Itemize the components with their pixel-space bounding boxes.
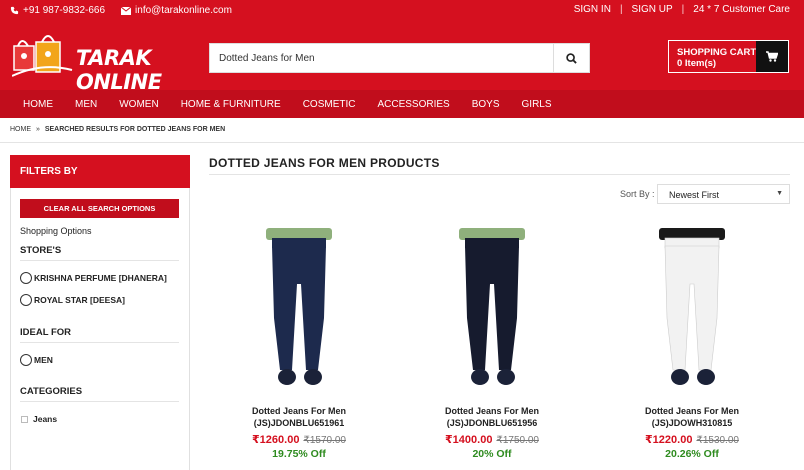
product-name[interactable]: Dotted Jeans For Men [607, 405, 777, 417]
product-discount: 19.75% Off [272, 448, 326, 460]
breadcrumb-separator: » [35, 126, 40, 133]
nav-women[interactable]: WOMEN [119, 99, 158, 110]
breadcrumb-home[interactable]: HOME [10, 126, 31, 133]
jeans-legs [272, 246, 326, 370]
product-old-price: ₹1750.00 [496, 435, 539, 446]
product-price: ₹1400.00 [445, 434, 493, 446]
product-code: (JS)JDONBLU651961 [253, 418, 345, 428]
product-price: ₹1260.00 [252, 434, 300, 446]
header: TARAK ONLINE SHOPPING CART 0 Item(s) [0, 22, 804, 94]
ideal-for-heading: IDEAL FOR [20, 327, 72, 338]
product-image[interactable] [607, 222, 777, 397]
radio-button[interactable] [20, 294, 32, 306]
product-code: (JS)JDONBLU651956 [446, 418, 538, 428]
separator: | [619, 4, 623, 15]
filters-sidebar: FILTERS BY CLEAR ALL SEARCH OPTIONS Shop… [10, 155, 190, 470]
shopping-cart-button[interactable]: SHOPPING CART 0 Item(s) [668, 40, 789, 73]
product-image[interactable] [407, 222, 577, 397]
product-code: (JS)JDOWH310815 [651, 418, 733, 428]
radio-button[interactable] [20, 272, 32, 284]
breadcrumb-current: SEARCHED RESULTS FOR DOTTED JEANS FOR ME… [44, 126, 226, 133]
product-card[interactable]: Dotted Jeans For Men (JS)JDOWH310815 ₹12… [607, 222, 777, 470]
filters-title: FILTERS BY [10, 155, 190, 188]
ideal-label: MEN [34, 355, 53, 365]
product-image[interactable] [214, 222, 384, 397]
page-title: DOTTED JEANS FOR MEN PRODUCTS [209, 156, 440, 170]
categories-heading: CATEGORIES [20, 386, 83, 397]
nav-accessories[interactable]: ACCESSORIES [377, 99, 449, 110]
logo-text: TARAK ONLINE [76, 46, 162, 94]
store-filter-krishna-perfume[interactable]: KRISHNA PERFUME [DHANERA] [20, 272, 167, 284]
nav-cosmetic[interactable]: COSMETIC [303, 99, 356, 110]
jeans-legs [664, 245, 720, 371]
nav-boys[interactable]: BOYS [472, 99, 500, 110]
sort-select[interactable]: Newest First ▼ [657, 184, 790, 204]
sign-up-link[interactable]: SIGN UP [632, 4, 673, 15]
sort-selected-value: Newest First [669, 190, 720, 200]
top-bar: +91 987-9832-666 info@tarakonline.com SI… [0, 0, 804, 22]
ideal-filter-men[interactable]: MEN [20, 354, 53, 366]
email-address: info@tarakonline.com [135, 5, 232, 16]
phone-icon [10, 6, 19, 15]
phone-number: +91 987-9832-666 [23, 5, 106, 16]
main-nav: HOME MEN WOMEN HOME & FURNITURE COSMETIC… [0, 90, 804, 118]
product-discount: 20% Off [472, 448, 512, 460]
sign-in-link[interactable]: SIGN IN [574, 4, 611, 15]
cart-icon [766, 51, 778, 62]
checkbox[interactable] [21, 415, 28, 423]
shoe [278, 369, 296, 385]
store-label: KRISHNA PERFUME [DHANERA] [34, 273, 167, 283]
divider [20, 401, 179, 402]
nav-girls[interactable]: GIRLS [522, 99, 552, 110]
search-icon [566, 52, 577, 64]
clear-all-search-options-button[interactable]: CLEAR ALL SEARCH OPTIONS [20, 199, 179, 218]
search-button[interactable] [553, 44, 589, 72]
store-filter-royal-star[interactable]: ROYAL STAR [DEESA] [20, 294, 125, 306]
store-label: ROYAL STAR [DEESA] [34, 295, 125, 305]
site-logo[interactable]: TARAK ONLINE [12, 28, 188, 94]
shopping-options-label: Shopping Options [20, 226, 92, 236]
sort-by-label: Sort By : [620, 189, 655, 199]
customer-care-link[interactable]: 24 * 7 Customer Care [693, 4, 790, 15]
product-old-price: ₹1570.00 [303, 435, 346, 446]
shoe [697, 369, 715, 385]
product-price: ₹1220.00 [645, 434, 693, 446]
cart-title: SHOPPING CART [677, 47, 757, 58]
nav-home-furniture[interactable]: HOME & FURNITURE [181, 99, 281, 110]
product-old-price: ₹1530.00 [696, 435, 739, 446]
product-discount: 20.26% Off [665, 448, 719, 460]
shoe [497, 369, 515, 385]
search-bar [209, 43, 590, 73]
jeans-legs [465, 246, 519, 370]
shopping-bags-icon [12, 35, 73, 77]
nav-men[interactable]: MEN [75, 99, 97, 110]
shoe [304, 369, 322, 385]
stores-heading: STORE'S [20, 245, 62, 256]
envelope-icon [121, 6, 132, 15]
product-card[interactable]: Dotted Jeans For Men (JS)JDONBLU651956 ₹… [407, 222, 577, 470]
shoe [671, 369, 689, 385]
chevron-down-icon: ▼ [776, 190, 783, 197]
divider [20, 260, 179, 261]
product-card[interactable]: Dotted Jeans For Men (JS)JDONBLU651961 ₹… [214, 222, 384, 470]
category-filter-jeans[interactable]: Jeans [21, 414, 57, 424]
shoe [471, 369, 489, 385]
cart-item-count: 0 Item(s) [677, 58, 717, 69]
radio-button[interactable] [20, 354, 32, 366]
phone-contact[interactable]: +91 987-9832-666 [10, 5, 105, 16]
product-name[interactable]: Dotted Jeans For Men [214, 405, 384, 417]
breadcrumb: HOME » SEARCHED RESULTS FOR DOTTED JEANS… [10, 126, 225, 133]
divider [0, 142, 804, 143]
divider [20, 342, 179, 343]
email-contact[interactable]: info@tarakonline.com [121, 5, 232, 16]
search-input[interactable] [210, 44, 550, 72]
nav-home[interactable]: HOME [23, 99, 53, 110]
divider [209, 174, 790, 175]
product-name[interactable]: Dotted Jeans For Men [407, 405, 577, 417]
category-label: Jeans [33, 414, 58, 424]
separator: | [681, 4, 685, 15]
